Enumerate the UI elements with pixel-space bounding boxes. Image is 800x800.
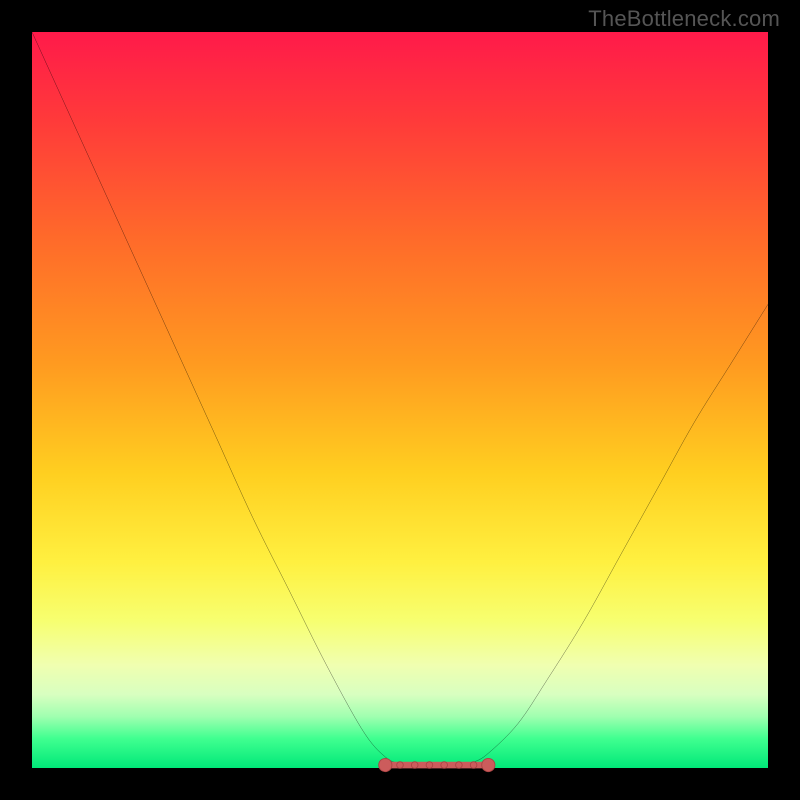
flat-segment-dot-5 (470, 762, 477, 769)
chart-svg (32, 32, 768, 768)
flat-segment-dot-1 (411, 762, 418, 769)
flat-segment-end-marker (482, 758, 495, 771)
flat-segment-dot-2 (426, 762, 433, 769)
flat-segment-dot-4 (456, 762, 463, 769)
flat-segment-dot-0 (397, 762, 404, 769)
outer-frame: TheBottleneck.com (0, 0, 800, 800)
flat-segment-dot-3 (441, 762, 448, 769)
flat-segment-start-marker (379, 758, 392, 771)
bottleneck-curve-path (32, 32, 768, 767)
watermark-text: TheBottleneck.com (588, 6, 780, 32)
